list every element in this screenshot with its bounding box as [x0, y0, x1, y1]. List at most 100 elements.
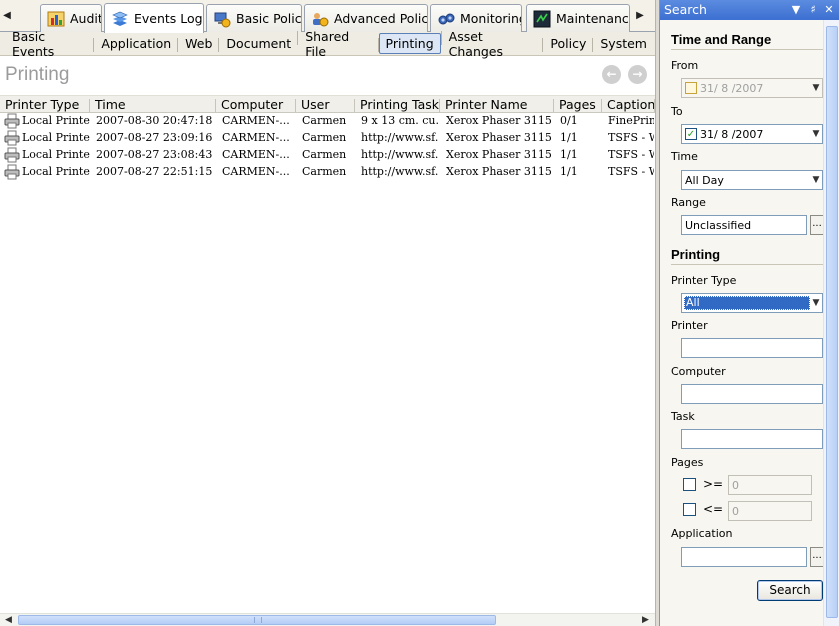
- cell-time: 2007-08-27 23:09:16: [96, 131, 213, 144]
- range-browse-button[interactable]: ...: [810, 215, 824, 235]
- tab-basic-policy-label: Basic Policy: [236, 11, 302, 26]
- tab-scroll-right-icon[interactable]: ▶: [634, 8, 646, 24]
- cell-caption: TSFS - W: [608, 165, 654, 178]
- tab-events-log[interactable]: Events Log: [104, 3, 204, 33]
- pages-min-operator: >=: [703, 477, 724, 491]
- computer-field[interactable]: [681, 384, 823, 404]
- application-browse-button[interactable]: ...: [810, 547, 824, 567]
- pin-icon[interactable]: ♯: [806, 2, 820, 18]
- grid-header: Printer Type Time Computer User Printing…: [0, 95, 655, 113]
- column-header-printing-task[interactable]: Printing Task: [355, 97, 440, 113]
- cell-computer: CARMEN-...: [222, 165, 290, 178]
- cell-task: 9 x 13 cm. cu...: [361, 114, 439, 127]
- vertical-scroll-thumb[interactable]: [826, 26, 838, 618]
- forward-arrow-icon[interactable]: →: [628, 65, 647, 84]
- printer-icon: [4, 130, 20, 146]
- cell-caption: FinePrint: [608, 114, 654, 127]
- column-header-user[interactable]: User: [296, 97, 355, 113]
- printer-type-select[interactable]: All ▼: [681, 293, 823, 313]
- bar-chart-icon: [47, 10, 65, 28]
- cell-time: 2007-08-30 20:47:18: [96, 114, 213, 127]
- subtab-web[interactable]: Web: [177, 34, 218, 53]
- time-select-value: All Day: [685, 174, 724, 187]
- from-enable-checkbox[interactable]: [685, 82, 697, 94]
- page-title: Printing: [5, 64, 70, 85]
- column-header-caption[interactable]: Caption: [602, 97, 655, 113]
- cell-printer-type: Local Printer: [22, 114, 90, 127]
- subtab-shared-file[interactable]: Shared File: [297, 27, 376, 61]
- time-select[interactable]: All Day ▼: [681, 170, 823, 190]
- application-label: Application: [671, 527, 733, 540]
- range-field[interactable]: Unclassified: [681, 215, 807, 235]
- dropdown-arrow-icon[interactable]: ▼: [810, 294, 822, 312]
- cell-pages: 0/1: [560, 114, 578, 127]
- subtab-printing[interactable]: Printing: [377, 33, 441, 54]
- to-enable-checkbox[interactable]: ✓: [685, 128, 697, 140]
- subtab-policy[interactable]: Policy: [542, 34, 592, 53]
- cell-computer: CARMEN-...: [222, 131, 290, 144]
- scroll-left-arrow-icon[interactable]: ◀: [2, 614, 15, 626]
- scroll-right-arrow-icon[interactable]: ▶: [639, 614, 652, 626]
- subtab-system[interactable]: System: [592, 34, 653, 53]
- category-subtabs: Basic Events Application Web Document Sh…: [0, 29, 655, 59]
- from-label: From: [671, 59, 699, 72]
- printer-field[interactable]: [681, 338, 823, 358]
- range-value: Unclassified: [685, 219, 752, 232]
- cell-task: http://www.sf...: [361, 131, 439, 144]
- subtab-asset-changes[interactable]: Asset Changes: [440, 27, 543, 61]
- search-panel-body: Time and Range From 31/ 8 /2007 ▼ To ✓ 3…: [660, 20, 825, 626]
- pages-max-field[interactable]: 0: [728, 501, 812, 521]
- cell-printer-type: Local Printer: [22, 165, 90, 178]
- dropdown-arrow-icon[interactable]: ▼: [810, 125, 822, 143]
- column-header-printer-name[interactable]: Printer Name: [440, 97, 554, 113]
- subtab-basic-events[interactable]: Basic Events: [6, 27, 93, 61]
- pages-min-checkbox[interactable]: [683, 478, 696, 491]
- terminal-icon: [533, 10, 551, 28]
- cell-time: 2007-08-27 22:51:15: [96, 165, 213, 178]
- cell-printer-name: Xerox Phaser 3115: [446, 148, 552, 161]
- subtab-application[interactable]: Application: [93, 34, 177, 53]
- table-row[interactable]: Local Printer 2007-08-30 20:47:18 CARMEN…: [0, 113, 655, 130]
- pages-max-checkbox[interactable]: [683, 503, 696, 516]
- cell-computer: CARMEN-...: [222, 148, 290, 161]
- column-header-pages[interactable]: Pages: [554, 97, 602, 113]
- column-header-computer[interactable]: Computer: [216, 97, 296, 113]
- tab-events-log-label: Events Log: [134, 11, 203, 26]
- panel-menu-icon[interactable]: ▼: [789, 2, 803, 18]
- computer-gear-icon: [213, 10, 231, 28]
- horizontal-scroll-thumb[interactable]: [18, 615, 496, 625]
- tab-monitoring-label: Monitoring: [460, 11, 522, 26]
- tab-audit-label: Audit: [70, 11, 102, 26]
- printer-icon: [4, 113, 20, 129]
- search-button[interactable]: Search: [757, 580, 823, 601]
- table-row[interactable]: Local Printer 2007-08-27 23:08:43 CARMEN…: [0, 147, 655, 164]
- cell-user: Carmen: [302, 114, 347, 127]
- cell-user: Carmen: [302, 148, 347, 161]
- time-label: Time: [671, 150, 698, 163]
- from-date-picker[interactable]: 31/ 8 /2007 ▼: [681, 78, 823, 98]
- to-date-value: 31/ 8 /2007: [700, 128, 764, 141]
- task-label: Task: [671, 410, 695, 423]
- printing-heading: Printing: [671, 247, 823, 265]
- cell-printer-type: Local Printer: [22, 131, 90, 144]
- tab-advanced-policy-label: Advanced Policy: [334, 11, 428, 26]
- cell-pages: 1/1: [560, 131, 578, 144]
- printer-type-label: Printer Type: [671, 274, 737, 287]
- table-row[interactable]: Local Printer 2007-08-27 23:09:16 CARMEN…: [0, 130, 655, 147]
- column-header-printer-type[interactable]: Printer Type: [0, 97, 90, 113]
- dropdown-arrow-icon[interactable]: ▼: [810, 79, 822, 97]
- back-arrow-icon[interactable]: ←: [602, 65, 621, 84]
- tab-scroll-left-icon[interactable]: ◀: [1, 8, 13, 24]
- table-row[interactable]: Local Printer 2007-08-27 22:51:15 CARMEN…: [0, 164, 655, 181]
- subtab-document[interactable]: Document: [218, 34, 297, 53]
- pages-min-field[interactable]: 0: [728, 475, 812, 495]
- column-header-time[interactable]: Time: [90, 97, 216, 113]
- application-field[interactable]: [681, 547, 807, 567]
- search-panel-scrollbar[interactable]: [823, 20, 839, 626]
- close-icon[interactable]: ✕: [822, 2, 836, 18]
- horizontal-scrollbar[interactable]: ◀ ▶: [0, 613, 655, 626]
- tab-basic-policy[interactable]: Basic Policy: [206, 4, 302, 32]
- dropdown-arrow-icon[interactable]: ▼: [810, 171, 822, 189]
- task-field[interactable]: [681, 429, 823, 449]
- to-date-picker[interactable]: ✓ 31/ 8 /2007 ▼: [681, 124, 823, 144]
